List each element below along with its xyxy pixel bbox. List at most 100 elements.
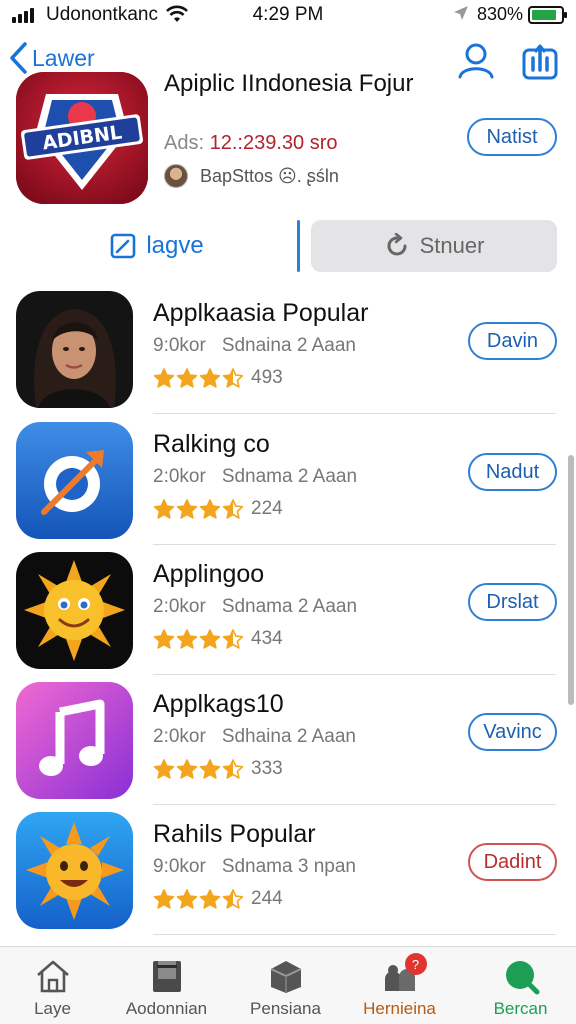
rating-count: 434 <box>251 628 283 649</box>
back-label: Lawer <box>32 44 95 71</box>
star-filled-icon <box>199 889 221 909</box>
tab-label: Aodonnian <box>125 999 208 1018</box>
price-value: 12.:239.30 <box>209 132 305 154</box>
app-name: Applingoo <box>153 560 265 588</box>
app-name: Applkaasia Popular <box>153 299 369 327</box>
app-action-button[interactable]: Dadint <box>468 843 557 881</box>
star-rating: 224 <box>153 498 283 520</box>
star-rating: 493 <box>153 367 283 389</box>
tab-label: Laye <box>34 999 71 1018</box>
star-rating: 434 <box>153 628 283 650</box>
app-name: Applkags10 <box>153 690 284 718</box>
list-item[interactable]: Applkags10 2:0kor Sdhaina 2 Aaan 333 Vavi… <box>0 682 576 812</box>
music-note-icon <box>16 682 133 799</box>
notification-badge: ? <box>404 953 427 975</box>
list-item[interactable]: Rahils Popular 9:0kor Sdnama 3 npan 244 D… <box>0 812 576 942</box>
avatar <box>164 164 188 188</box>
app-icon-sun-blue <box>16 812 133 929</box>
developer-name: BapSttos ☹. ʂśln <box>200 165 339 186</box>
featured-developer[interactable]: BapSttos ☹. ʂśln <box>164 164 339 188</box>
tab-people[interactable]: ? Hernieina <box>342 947 457 1024</box>
star-filled-icon <box>153 629 175 649</box>
battery-icon <box>528 6 567 24</box>
star-filled-icon <box>176 499 198 519</box>
list-item[interactable]: Applkaasia Popular 9:0kor Sdnaina 2 Aaan … <box>0 291 576 421</box>
star-rating: 333 <box>153 758 283 780</box>
app-category: Sdnama 3 npan <box>221 856 356 877</box>
star-rating: 244 <box>153 888 283 910</box>
segment-right-label: Stnuer <box>419 233 485 258</box>
star-half-icon <box>222 889 244 909</box>
app-category: Sdnama 2 Aaan <box>221 596 358 617</box>
star-filled-icon <box>199 368 221 388</box>
tab-label: Hernieina <box>363 999 436 1018</box>
app-meta: 2:0kor Sdnama 2 Aaan <box>153 466 357 488</box>
app-icon-sun <box>16 552 133 669</box>
star-filled-icon <box>153 889 175 909</box>
featured-app-icon[interactable]: ADIBNL <box>16 72 148 204</box>
app-category: Sdnama 2 Aaan <box>221 466 358 487</box>
scrollbar[interactable] <box>568 455 574 705</box>
badge-logo-icon: ADIBNL <box>16 72 148 204</box>
featured-app-price: Ads: 12.:239.30 sro <box>164 132 337 155</box>
price-label: Ads: <box>164 132 205 154</box>
star-filled-icon <box>153 759 175 779</box>
person-icon[interactable] <box>456 40 496 80</box>
rating-count: 224 <box>251 498 283 519</box>
app-meta: 9:0kor Sdnama 3 npan <box>153 856 356 878</box>
box-icon <box>270 961 301 993</box>
tab-book[interactable]: Aodonnian <box>109 947 224 1024</box>
tab-home[interactable]: Laye <box>0 947 110 1024</box>
app-action-button[interactable]: Drslat <box>468 583 557 621</box>
featured-app-title[interactable]: Apiplic IIndonesia Fojur <box>164 70 454 98</box>
divider <box>153 413 556 414</box>
app-size: 2:0kor <box>153 596 206 617</box>
list-item[interactable]: Applingoo 2:0kor Sdnama 2 Aaan 434 Drslat <box>0 552 576 682</box>
app-category: Sdnaina 2 Aaan <box>221 335 356 356</box>
star-half-icon <box>222 629 244 649</box>
app-action-button[interactable]: Vavinc <box>468 713 557 751</box>
people-icon-wrap: ? <box>381 953 427 995</box>
sun-face-icon <box>16 812 133 929</box>
battery-percent: 830% <box>477 4 524 24</box>
battery-level <box>532 10 556 20</box>
tab-bar: Laye Aodonnian Pensiana ? Hernieina Berc… <box>0 946 576 1024</box>
star-filled-icon <box>199 759 221 779</box>
portrait-icon <box>16 291 133 408</box>
tab-right-segment[interactable]: Stnuer <box>311 220 557 272</box>
tab-box[interactable]: Pensiana <box>228 947 343 1024</box>
app-meta: 9:0kor Sdnaina 2 Aaan <box>153 335 356 357</box>
list-item[interactable]: Ralking co 2:0kor Sdnama 2 Aaan 224 Nadut <box>0 422 576 552</box>
edit-square-icon <box>111 233 136 259</box>
share-icon[interactable] <box>520 40 560 80</box>
app-icon-music <box>16 682 133 799</box>
rating-count: 493 <box>251 367 283 388</box>
status-bar: Udonontkanc 4:29 PM 830% <box>0 0 576 30</box>
star-filled-icon <box>176 629 198 649</box>
app-action-button[interactable]: Davin <box>468 322 557 360</box>
featured-action-button[interactable]: Natist <box>467 118 557 156</box>
rating-count: 244 <box>251 888 283 909</box>
app-meta: 2:0kor Sdhaina 2 Aaan <box>153 726 356 748</box>
star-filled-icon <box>199 499 221 519</box>
search-icon <box>505 961 539 995</box>
tab-search[interactable]: Bercan <box>463 947 576 1024</box>
app-category: Sdhaina 2 Aaan <box>221 726 356 747</box>
app-icon-blue <box>16 422 133 539</box>
tab-label: Bercan <box>493 999 548 1018</box>
sun-icon <box>16 552 133 669</box>
tab-left-segment[interactable]: lagve <box>16 220 298 272</box>
app-action-button[interactable]: Nadut <box>468 453 557 491</box>
star-filled-icon <box>176 368 198 388</box>
home-icon <box>36 960 69 993</box>
app-name: Rahils Popular <box>153 820 316 848</box>
app-size: 9:0kor <box>153 335 206 356</box>
star-half-icon <box>222 759 244 779</box>
divider <box>153 804 556 805</box>
star-filled-icon <box>153 368 175 388</box>
tab-label: Pensiana <box>250 999 321 1018</box>
star-half-icon <box>222 368 244 388</box>
app-size: 2:0kor <box>153 466 206 487</box>
location-icon <box>454 6 468 20</box>
chevron-left-icon <box>10 42 27 74</box>
